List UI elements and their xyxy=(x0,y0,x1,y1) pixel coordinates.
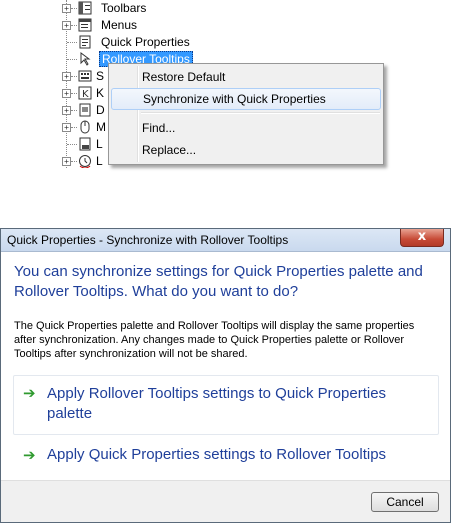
mouse-icon xyxy=(80,120,90,134)
shortcut-keys-icon xyxy=(78,70,92,82)
svg-text:K: K xyxy=(82,89,89,100)
menu-separator xyxy=(141,112,380,114)
dialog-title: Quick Properties - Synchronize with Roll… xyxy=(7,233,289,247)
tree-item-menus[interactable]: + Menus xyxy=(58,17,258,34)
menu-item-label: Synchronize with Quick Properties xyxy=(143,92,326,106)
expand-toggle[interactable]: + xyxy=(62,123,71,132)
menu-item-replace[interactable]: Replace... xyxy=(111,139,379,161)
tree-item-quick-properties[interactable]: Quick Properties xyxy=(58,34,258,51)
dialog-titlebar[interactable]: Quick Properties - Synchronize with Roll… xyxy=(1,229,450,252)
double-click-icon xyxy=(79,103,91,117)
legacy-icon xyxy=(79,155,91,168)
command-link-apply-tooltips-to-quick-properties[interactable]: ➔ Apply Rollover Tooltips settings to Qu… xyxy=(13,375,439,435)
cancel-button[interactable]: Cancel xyxy=(371,492,439,512)
expand-toggle[interactable]: + xyxy=(62,72,71,81)
tree-item-label: Menus xyxy=(101,18,138,32)
tree-item-label: L xyxy=(96,154,103,168)
menu-item-label: Find... xyxy=(142,121,176,135)
command-link-label: Apply Rollover Tooltips settings to Quic… xyxy=(47,385,387,422)
tree-item-label: K xyxy=(96,86,105,100)
green-arrow-icon: ➔ xyxy=(23,384,36,402)
command-link-label: Apply Quick Properties settings to Rollo… xyxy=(47,446,387,463)
tree-item-label: Toolbars xyxy=(101,1,147,15)
expand-toggle[interactable]: + xyxy=(62,157,71,166)
menu-item-find[interactable]: Find... xyxy=(111,117,379,139)
menu-item-label: Restore Default xyxy=(142,70,226,84)
expand-toggle[interactable]: + xyxy=(62,4,71,13)
dialog-footer: Cancel xyxy=(1,480,450,522)
menu-item-label: Replace... xyxy=(142,143,197,157)
main-instruction: You can synchronize settings for Quick P… xyxy=(14,263,423,300)
menus-icon xyxy=(78,18,92,32)
tree-item-label: M xyxy=(96,120,106,134)
tree-item-label: Quick Properties xyxy=(101,35,190,49)
menu-item-synchronize[interactable]: Synchronize with Quick Properties xyxy=(111,88,381,110)
expand-toggle[interactable]: + xyxy=(62,106,71,115)
rollover-tooltips-icon xyxy=(80,52,91,66)
close-button[interactable]: x xyxy=(400,229,444,247)
command-link-apply-quick-properties-to-tooltips[interactable]: ➔ Apply Quick Properties settings to Rol… xyxy=(13,442,439,470)
tree-item-label: L xyxy=(96,137,103,151)
menu-item-restore-default[interactable]: Restore Default xyxy=(111,66,379,88)
tree-item-label: D xyxy=(96,103,105,117)
tree-item-label: S xyxy=(96,69,105,83)
keyboard-icon: K xyxy=(78,86,92,100)
context-menu: Restore Default Synchronize with Quick P… xyxy=(108,63,384,165)
toolbars-icon xyxy=(78,1,92,15)
content-text: The Quick Properties palette and Rollove… xyxy=(14,320,415,360)
synchronize-dialog: Quick Properties - Synchronize with Roll… xyxy=(0,228,451,523)
close-icon: x xyxy=(417,229,427,244)
expand-toggle[interactable]: + xyxy=(62,89,71,98)
green-arrow-icon: ➔ xyxy=(23,446,36,464)
expand-toggle[interactable]: + xyxy=(62,21,71,30)
lisp-icon xyxy=(79,137,91,151)
tree-item-toolbars[interactable]: + Toolbars xyxy=(58,0,258,17)
quick-properties-icon xyxy=(79,35,91,49)
